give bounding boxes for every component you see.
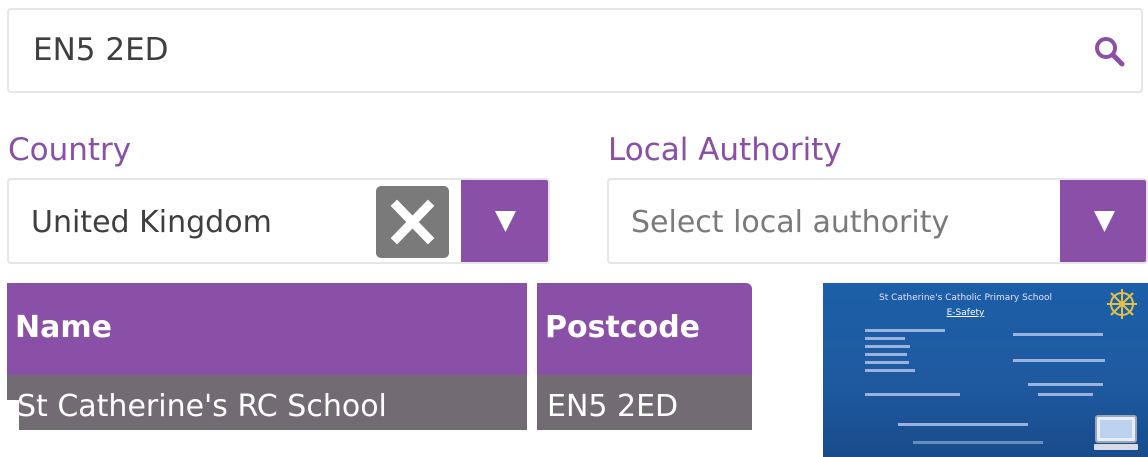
local-authority-placeholder: Select local authority [631,205,950,240]
search-icon[interactable] [1093,35,1125,67]
triangle-down-icon [1094,211,1115,232]
column-header-name-label: Name [15,310,112,345]
thumbnail-title: St Catherine's Catholic Primary School [878,293,1052,303]
triangle-down-icon [495,211,516,232]
computer-icon [1094,415,1138,450]
clear-country-button[interactable] [376,186,449,258]
search-input[interactable]: EN5 2ED [7,8,1143,93]
local-authority-dropdown-button[interactable] [1060,180,1146,262]
column-header-name[interactable]: Name [7,283,527,375]
country-select[interactable]: United Kingdom [7,178,550,264]
school-name: St Catherine's RC School [17,389,387,424]
table-cell-postcode[interactable]: EN5 2ED [537,375,752,430]
column-header-postcode-label: Postcode [545,310,701,345]
local-authority-select[interactable]: Select local authority [607,178,1148,264]
thumbnail-subtitle: E-Safety [946,308,985,318]
local-authority-label: Local Authority [608,132,842,168]
ship-wheel-icon [1107,289,1137,319]
country-dropdown-button[interactable] [461,180,548,262]
country-label: Country [8,132,132,168]
search-value: EN5 2ED [33,32,169,68]
column-header-postcode[interactable]: Postcode [537,283,752,375]
close-icon [390,199,435,245]
school-thumbnail[interactable]: St Catherine's Catholic Primary School E… [823,283,1148,457]
country-value: United Kingdom [31,205,272,240]
school-postcode: EN5 2ED [547,389,679,424]
table-cell-name[interactable]: St Catherine's RC School [7,375,527,430]
